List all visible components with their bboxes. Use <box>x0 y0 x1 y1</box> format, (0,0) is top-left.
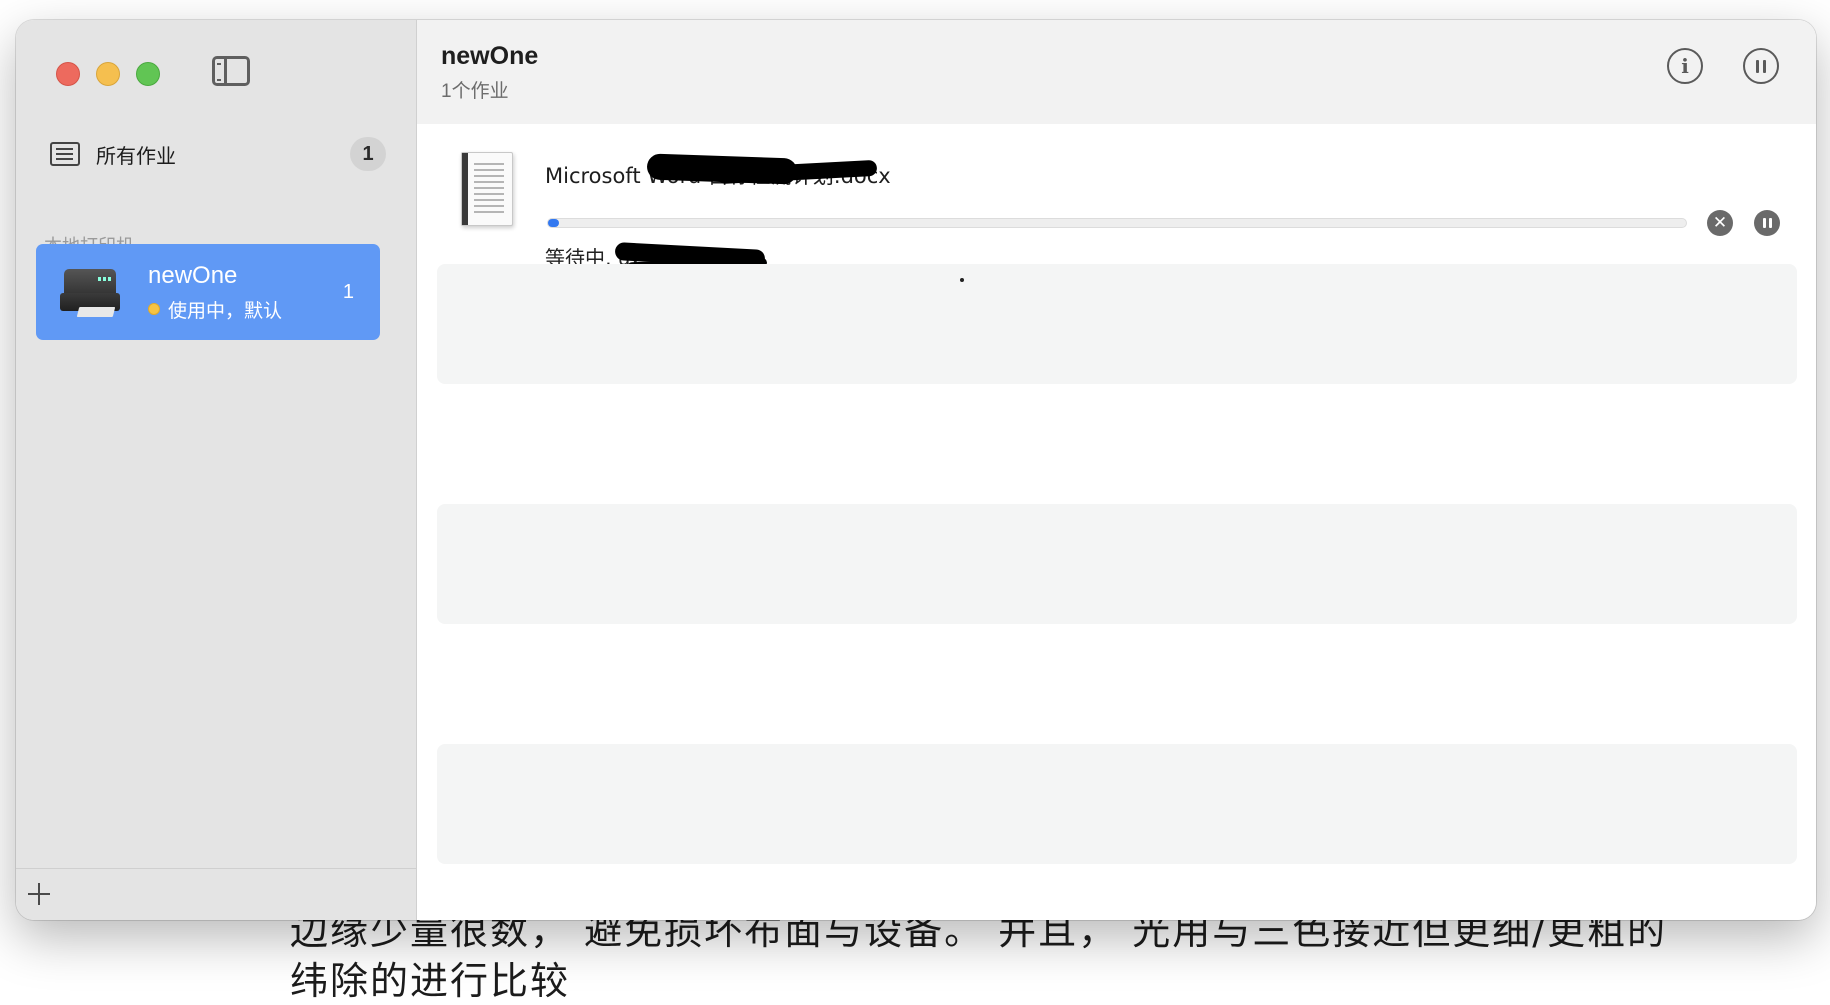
sidebar-footer <box>16 868 416 920</box>
minimize-window-button[interactable] <box>96 62 120 86</box>
window-controls <box>56 62 160 86</box>
close-window-button[interactable] <box>56 62 80 86</box>
job-progress-fill <box>548 219 560 227</box>
job-progress-bar <box>547 218 1687 228</box>
printer-name: newOne <box>148 261 238 289</box>
list-row-empty <box>437 264 1797 384</box>
list-row-empty <box>437 504 1797 624</box>
main-pane: newOne 1个作业 i Microsoft Word 目标检测计划.docx… <box>417 20 1816 920</box>
background-document-text-2: 纬除的进行比较 <box>290 959 571 1003</box>
list-item[interactable]: Microsoft Word 目标检测计划.docx 等待中, u，3页，1份 … <box>417 124 1816 273</box>
page-title: newOne <box>441 42 539 70</box>
list-row-empty <box>437 744 1797 864</box>
stray-dot <box>960 278 964 282</box>
job-count-badge: 1 <box>350 137 386 171</box>
document-icon <box>461 152 513 226</box>
info-button[interactable]: i <box>1667 48 1703 84</box>
sidebar-toggle-icon[interactable] <box>212 56 250 86</box>
printer-icon <box>52 258 128 326</box>
info-icon: i <box>1681 54 1689 78</box>
pause-icon <box>1756 59 1766 73</box>
cancel-job-button[interactable]: ✕ <box>1707 210 1733 236</box>
toolbar: newOne 1个作业 i <box>417 20 1816 124</box>
print-queue-window: 所有作业 1 本地打印机 newOne 使用中，默认 1 <box>16 20 1816 920</box>
sidebar-item-printer-newone[interactable]: newOne 使用中，默认 1 <box>36 244 380 340</box>
add-printer-icon[interactable] <box>28 883 50 905</box>
printer-status: 使用中，默认 <box>168 300 283 322</box>
zoom-window-button[interactable] <box>136 62 160 86</box>
pause-printer-button[interactable] <box>1743 48 1779 84</box>
list-icon <box>50 142 80 166</box>
pause-job-button[interactable] <box>1754 210 1780 236</box>
sidebar-item-label: 所有作业 <box>96 145 176 168</box>
page-subtitle: 1个作业 <box>441 81 509 102</box>
printer-job-count: 1 <box>342 280 354 303</box>
status-dot-icon <box>148 303 160 315</box>
sidebar: 所有作业 1 本地打印机 newOne 使用中，默认 1 <box>16 20 417 920</box>
sidebar-item-all-jobs[interactable]: 所有作业 1 <box>46 132 386 176</box>
close-icon: ✕ <box>1712 213 1728 232</box>
